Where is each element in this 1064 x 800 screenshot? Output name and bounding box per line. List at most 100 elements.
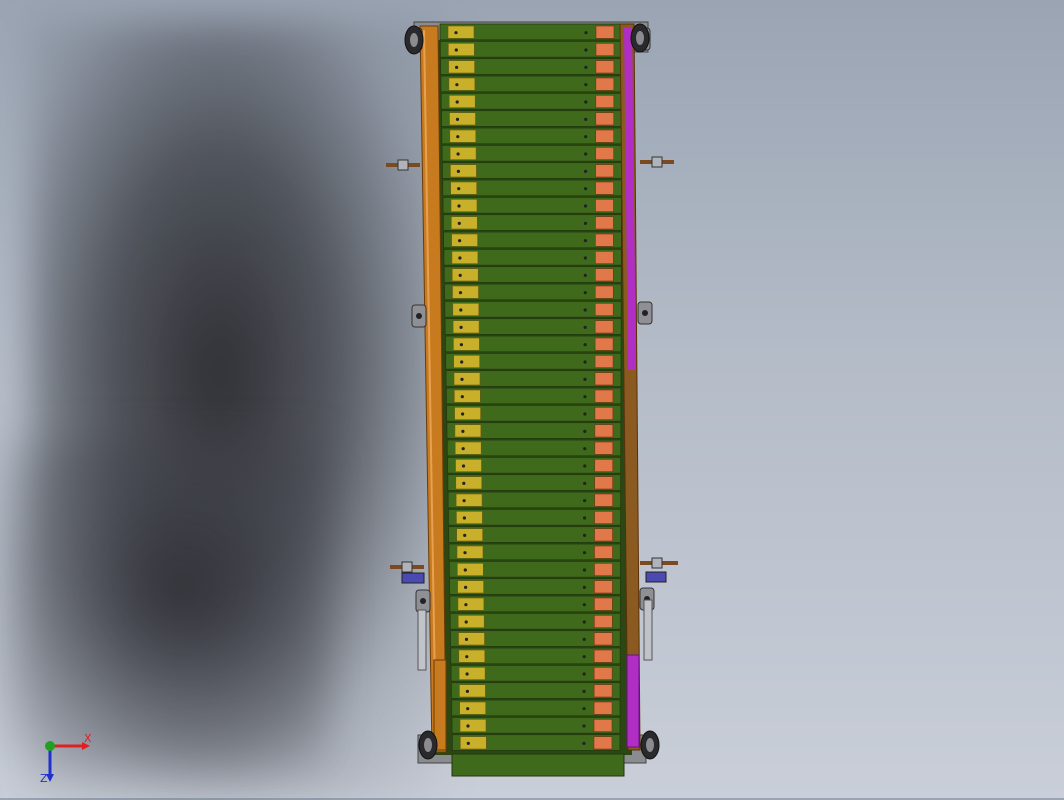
slat-right-pad <box>594 459 614 472</box>
sensor-block-left <box>401 572 425 584</box>
slat-bolt <box>465 689 469 693</box>
slat-right-pad <box>595 164 614 178</box>
slat-left-pad <box>457 615 485 628</box>
slat-bolt <box>583 377 587 381</box>
conveyor-slat <box>449 595 621 613</box>
slat-bolt <box>463 533 467 537</box>
conveyor-slat <box>450 664 621 682</box>
slat-bolt <box>464 620 468 624</box>
slat-left-pad <box>459 719 487 732</box>
slat-right-pad <box>594 303 614 316</box>
support-rod-right <box>643 599 653 661</box>
slat-bolt <box>583 429 587 433</box>
x-axis-label: X <box>84 732 92 745</box>
conveyor-slat <box>445 352 622 370</box>
slat-bolt <box>454 48 458 52</box>
conveyor-slat <box>441 144 623 162</box>
tail-slat <box>451 753 625 777</box>
conveyor-slat <box>445 370 622 387</box>
slat-left-pad <box>458 667 486 680</box>
slat-right-pad <box>594 545 613 559</box>
slat-bolt <box>458 273 462 277</box>
slat-left-pad <box>451 233 478 247</box>
slat-right-pad <box>593 684 613 698</box>
slat-bolt <box>582 533 587 537</box>
sensor-upper-left-nut <box>397 159 409 171</box>
slat-right-pad <box>595 25 615 39</box>
slat-right-pad <box>595 199 614 212</box>
slat-left-pad <box>447 25 475 39</box>
conveyor-model[interactable] <box>0 0 1064 798</box>
slat-bolt <box>583 221 588 225</box>
slat-left-pad <box>449 112 476 126</box>
slat-bolt <box>460 377 464 381</box>
slat-right-pad <box>593 736 613 750</box>
conveyor-slat <box>443 248 622 266</box>
conveyor-slat <box>440 92 623 110</box>
slat-right-pad <box>593 615 613 628</box>
slat-left-pad <box>459 736 487 750</box>
slat-bolt <box>582 741 586 745</box>
slat-bolt <box>584 83 588 87</box>
wheel-left-hub <box>424 738 432 752</box>
slat-bolt <box>582 568 587 572</box>
slat-right-pad <box>594 355 614 368</box>
slat-bolt <box>583 308 587 312</box>
slat-bolt <box>583 204 588 208</box>
slat-bolt <box>459 325 463 329</box>
slat-right-pad <box>595 95 615 108</box>
slat-right-pad <box>595 251 614 264</box>
slat-bolt <box>584 100 588 104</box>
slat-left-pad <box>454 424 482 438</box>
slat-bolt <box>455 117 460 121</box>
conveyor-slat <box>443 266 622 283</box>
conveyor-slat <box>445 387 622 405</box>
slat-bolt <box>582 707 586 711</box>
conveyor-slat <box>449 578 621 595</box>
support-rod-left <box>417 609 427 671</box>
slat-left-pad <box>453 337 480 351</box>
conveyor-slat <box>444 300 622 318</box>
conveyor-slat <box>446 422 622 439</box>
slat-bolt <box>584 48 588 52</box>
slat-bolt <box>582 672 586 676</box>
slat-right-pad <box>595 233 614 247</box>
slat-right-pad <box>594 372 614 386</box>
slat-bolt <box>456 152 460 156</box>
slat-bolt <box>583 325 587 329</box>
slat-bolt <box>463 551 467 555</box>
slat-bolt <box>583 395 587 399</box>
slat-bolt <box>462 499 466 503</box>
slat-right-pad <box>595 43 615 56</box>
conveyor-slat <box>440 75 623 93</box>
bracket-mid-right-bolt <box>642 310 648 316</box>
conveyor-slat <box>444 283 622 301</box>
slat-right-pad <box>594 268 614 282</box>
conveyor-slat <box>451 734 621 751</box>
slat-left-pad <box>449 129 477 143</box>
slat-bolt <box>582 585 587 589</box>
bracket-mid-left-bolt <box>416 313 422 319</box>
slat-bolt <box>461 429 465 433</box>
graphics-viewport[interactable] <box>0 0 1064 798</box>
slat-right-pad <box>594 337 614 351</box>
slat-bolt <box>460 395 464 399</box>
conveyor-slat <box>449 612 621 630</box>
slat-bolt <box>582 603 586 607</box>
slat-left-pad <box>448 77 476 91</box>
slat-bolt <box>582 655 586 659</box>
slat-bolt <box>583 343 587 347</box>
slat-left-pad <box>452 303 480 316</box>
slat-left-pad <box>453 355 481 368</box>
slat-left-pad <box>457 580 484 594</box>
conveyor-slat <box>439 40 623 58</box>
slat-right-pad <box>594 320 614 334</box>
conveyor-slats <box>439 23 625 777</box>
bracket-low-left-bolt <box>420 598 426 604</box>
slat-bolt <box>465 655 469 659</box>
z-axis-label: Z <box>40 772 48 785</box>
slat-right-pad <box>594 441 614 455</box>
slat-bolt <box>458 239 462 243</box>
slat-bolt <box>466 724 470 728</box>
slat-bolt <box>584 117 588 121</box>
